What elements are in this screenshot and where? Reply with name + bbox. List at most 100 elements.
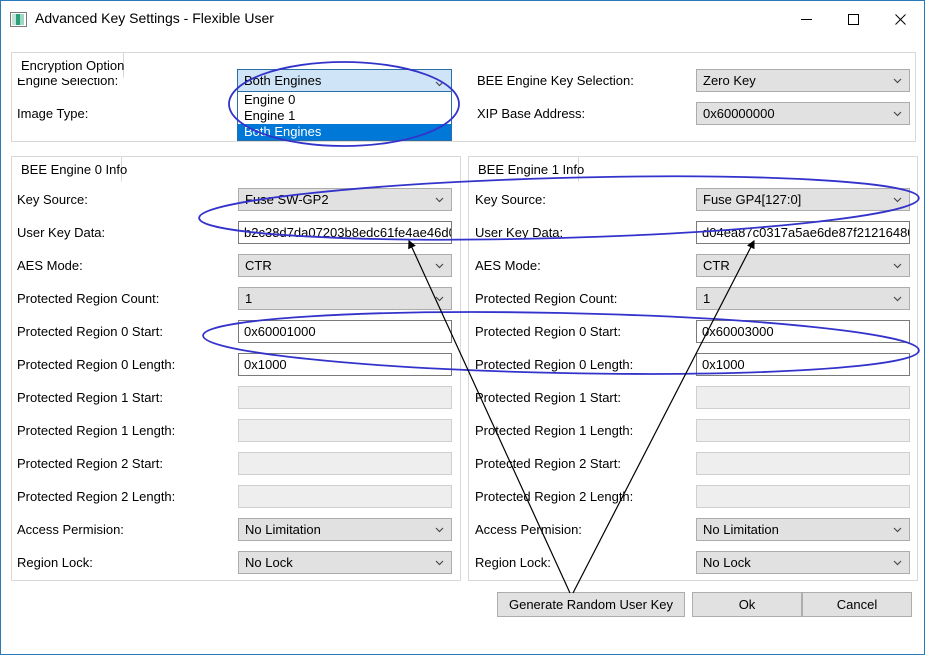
xip-base-address-value: 0x60000000 [703,106,775,121]
engine0-textbox-5[interactable]: 0x1000 [238,353,452,376]
encryption-option-tab[interactable]: Encryption Option [11,52,124,78]
bee-engine-0-tab[interactable]: BEE Engine 0 Info [11,156,127,182]
ok-label: Ok [738,597,756,612]
dropdown-option-1[interactable]: Engine 1 [238,108,451,124]
engine0-label-11: Region Lock: [17,555,93,570]
dropdown-option-0[interactable]: Engine 0 [238,92,451,108]
engine0-textbox-4[interactable]: 0x60001000 [238,320,452,343]
engine1-value-5: 0x1000 [702,357,745,372]
engine0-value-11: No Lock [245,555,293,570]
close-icon [895,14,906,25]
engine0-value-0: Fuse SW-GP2 [245,192,329,207]
engine0-label-4: Protected Region 0 Start: [17,324,163,339]
chevron-down-icon [893,294,902,303]
engine1-combo-3[interactable]: 1 [696,287,910,310]
close-button[interactable] [877,1,924,38]
engine0-textbox-9 [238,485,452,508]
bee-engine-1-tab[interactable]: BEE Engine 1 Info [468,156,584,182]
engine-selection-combo[interactable]: Both Engines [237,69,452,92]
engine0-value-5: 0x1000 [244,357,287,372]
engine1-combo-2[interactable]: CTR [696,254,910,277]
xip-base-address-combo[interactable]: 0x60000000 [696,102,910,125]
engine0-value-1: b2c38d7da07203b8edc61fe4ae46d0c3 [244,225,452,240]
engine0-value-3: 1 [245,291,253,306]
title-bar: Advanced Key Settings - Flexible User [1,1,924,38]
chevron-down-icon [435,294,444,303]
engine1-textbox-9 [696,485,910,508]
engine1-label-2: AES Mode: [475,258,541,273]
engine1-label-3: Protected Region Count: [475,291,618,306]
engine1-textbox-4[interactable]: 0x60003000 [696,320,910,343]
encryption-option-group: Encryption Option [11,52,916,142]
engine0-label-6: Protected Region 1 Start: [17,390,163,405]
engine1-label-0: Key Source: [475,192,546,207]
image-settings-icon [10,12,27,27]
engine1-label-6: Protected Region 1 Start: [475,390,621,405]
engine1-textbox-6 [696,386,910,409]
engine1-value-0: Fuse GP4[127:0] [703,192,802,207]
engine0-combo-3[interactable]: 1 [238,287,452,310]
encryption-option-tab-label: Encryption Option [21,57,125,73]
engine0-textbox-6 [238,386,452,409]
bee-engine-key-selection-combo[interactable]: Zero Key [696,69,910,92]
image-type-label: Image Type: [17,106,89,121]
engine0-label-2: AES Mode: [17,258,83,273]
engine-selection-value: Both Engines [244,73,322,88]
engine0-label-8: Protected Region 2 Start: [17,456,163,471]
engine1-value-3: 1 [703,291,711,306]
ok-button[interactable]: Ok [692,592,802,617]
chevron-down-icon [435,261,444,270]
bee-engine-key-selection-value: Zero Key [703,73,756,88]
engine0-value-4: 0x60001000 [244,324,316,339]
minimize-button[interactable] [783,1,830,38]
engine1-textbox-5[interactable]: 0x1000 [696,353,910,376]
engine1-label-8: Protected Region 2 Start: [475,456,621,471]
engine1-label-9: Protected Region 2 Length: [475,489,634,504]
chevron-down-icon [435,558,444,567]
engine0-label-10: Access Permision: [17,522,124,537]
engine0-value-10: No Limitation [245,522,321,537]
chevron-down-icon [893,195,902,204]
engine1-combo-10[interactable]: No Limitation [696,518,910,541]
maximize-button[interactable] [830,1,877,38]
engine1-value-11: No Lock [703,555,751,570]
engine0-combo-2[interactable]: CTR [238,254,452,277]
engine1-value-2: CTR [703,258,730,273]
engine0-label-9: Protected Region 2 Length: [17,489,176,504]
engine1-combo-0[interactable]: Fuse GP4[127:0] [696,188,910,211]
chevron-down-icon [893,558,902,567]
engine0-combo-11[interactable]: No Lock [238,551,452,574]
engine-selection-dropdown-list[interactable]: Engine 0 Engine 1 Both Engines [237,92,452,141]
engine0-label-0: Key Source: [17,192,88,207]
engine0-combo-10[interactable]: No Limitation [238,518,452,541]
generate-random-user-key-button[interactable]: Generate Random User Key [497,592,685,617]
cancel-button[interactable]: Cancel [802,592,912,617]
engine0-label-7: Protected Region 1 Length: [17,423,176,438]
cancel-label: Cancel [836,597,878,612]
chevron-down-icon [435,525,444,534]
bee-engine-0-tab-label: BEE Engine 0 Info [21,161,128,177]
bee-engine-key-selection-label: BEE Engine Key Selection: [477,73,634,88]
engine1-value-1: d04ea87c0317a5ae6de87f212164805a [702,225,910,240]
chevron-down-icon [435,195,444,204]
xip-base-address-label: XIP Base Address: [477,106,586,121]
chevron-down-icon [893,261,902,270]
maximize-icon [848,14,859,25]
engine0-textbox-7 [238,419,452,442]
window-title: Advanced Key Settings - Flexible User [35,10,274,26]
chevron-down-icon [893,525,902,534]
engine1-value-4: 0x60003000 [702,324,774,339]
chevron-down-icon [893,109,902,118]
minimize-icon [801,19,812,20]
engine1-label-5: Protected Region 0 Length: [475,357,634,372]
engine1-textbox-1[interactable]: d04ea87c0317a5ae6de87f212164805a [696,221,910,244]
engine0-combo-0[interactable]: Fuse SW-GP2 [238,188,452,211]
dropdown-option-2[interactable]: Both Engines [238,124,451,140]
engine0-textbox-1[interactable]: b2c38d7da07203b8edc61fe4ae46d0c3 [238,221,452,244]
engine1-label-10: Access Permision: [475,522,582,537]
advanced-key-settings-window: Advanced Key Settings - Flexible User En… [0,0,925,655]
bee-engine-1-tab-label: BEE Engine 1 Info [478,161,585,177]
engine1-textbox-7 [696,419,910,442]
engine1-combo-11[interactable]: No Lock [696,551,910,574]
engine1-label-4: Protected Region 0 Start: [475,324,621,339]
